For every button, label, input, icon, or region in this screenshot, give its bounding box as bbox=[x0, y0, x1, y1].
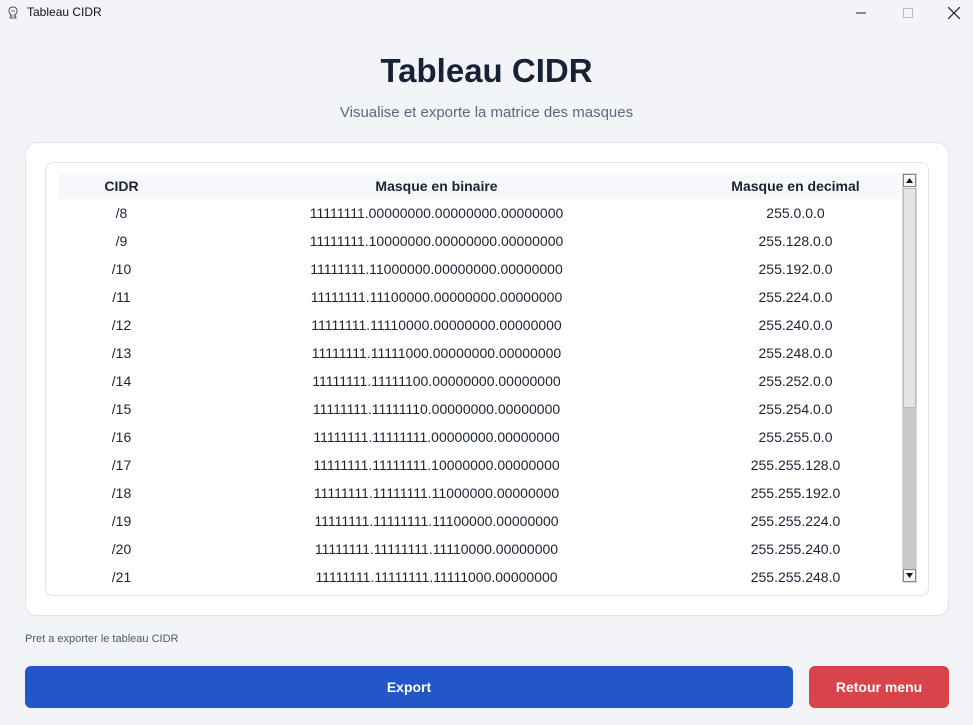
cell-binary: 11111111.11100000.00000000.00000000 bbox=[310, 289, 563, 305]
cell-cidr: /12 bbox=[111, 317, 132, 333]
cell-binary: 11111111.11111110.00000000.00000000 bbox=[312, 401, 561, 417]
cell-decimal: 255.254.0.0 bbox=[758, 401, 833, 417]
cidr-table: CIDR Masque en binaire Masque en decimal… bbox=[45, 162, 929, 596]
table-row[interactable]: /11 11111111.11100000.00000000.00000000 25… bbox=[59, 285, 902, 313]
minimize-icon bbox=[856, 12, 866, 14]
cell-cidr: /17 bbox=[111, 457, 132, 473]
table-row[interactable]: /20 11111111.11111111.11110000.00000000 25… bbox=[59, 537, 902, 565]
cell-binary: 11111111.11111111.11000000.00000000 bbox=[313, 485, 560, 501]
cell-decimal: 255.0.0.0 bbox=[766, 205, 825, 221]
table-row[interactable]: /10 11111111.11000000.00000000.00000000 25… bbox=[59, 257, 902, 285]
scroll-up-button[interactable] bbox=[903, 174, 916, 187]
cell-cidr: /11 bbox=[112, 289, 131, 305]
arrow-down-icon bbox=[906, 573, 913, 578]
cell-cidr: /14 bbox=[111, 373, 132, 389]
cell-binary: 11111111.11110000.00000000.00000000 bbox=[311, 317, 562, 333]
export-button[interactable]: Export bbox=[25, 666, 793, 708]
cell-cidr: /9 bbox=[115, 233, 128, 249]
scrollbar-track[interactable] bbox=[903, 408, 916, 570]
maximize-button[interactable] bbox=[885, 0, 931, 26]
table-body[interactable]: /8 11111111.00000000.00000000.00000000 255… bbox=[59, 201, 902, 583]
cell-binary: 11111111.11111111.11100000.00000000 bbox=[314, 513, 559, 529]
table-row[interactable]: /16 11111111.11111111.00000000.00000000 25… bbox=[59, 425, 902, 453]
cell-binary: 11111111.11111111.00000000.00000000 bbox=[313, 429, 560, 445]
cell-decimal: 255.248.0.0 bbox=[758, 345, 833, 361]
back-menu-button[interactable]: Retour menu bbox=[809, 666, 949, 708]
cell-binary: 11111111.11000000.00000000.00000000 bbox=[310, 261, 563, 277]
table-row[interactable]: /13 11111111.11111000.00000000.00000000 25… bbox=[59, 341, 902, 369]
cell-binary: 11111111.11111000.00000000.00000000 bbox=[311, 345, 562, 361]
table-row[interactable]: /18 11111111.11111111.11000000.00000000 25… bbox=[59, 481, 902, 509]
cell-decimal: 255.240.0.0 bbox=[758, 317, 833, 333]
table-row[interactable]: /14 11111111.11111100.00000000.00000000 25… bbox=[59, 369, 902, 397]
minimize-button[interactable] bbox=[838, 0, 884, 26]
table-row[interactable]: /8 11111111.00000000.00000000.00000000 255… bbox=[59, 201, 902, 229]
cell-binary: 11111111.00000000.00000000.00000000 bbox=[309, 205, 564, 221]
column-header-binary[interactable]: Masque en binaire bbox=[184, 178, 689, 194]
app-icon bbox=[8, 6, 18, 19]
cell-decimal: 255.255.224.0 bbox=[750, 513, 841, 529]
scroll-down-button[interactable] bbox=[903, 569, 916, 582]
scrollbar-thumb[interactable] bbox=[903, 188, 916, 408]
column-header-cidr[interactable]: CIDR bbox=[59, 178, 184, 194]
cell-cidr: /20 bbox=[111, 541, 132, 557]
cell-cidr: /13 bbox=[111, 345, 132, 361]
cell-binary: 11111111.11111111.11110000.00000000 bbox=[314, 541, 559, 557]
maximize-icon bbox=[903, 8, 913, 18]
cell-decimal: 255.255.128.0 bbox=[750, 457, 841, 473]
close-icon bbox=[948, 7, 960, 19]
cell-decimal: 255.255.240.0 bbox=[750, 541, 841, 557]
cell-decimal: 255.255.0.0 bbox=[758, 429, 833, 445]
cell-cidr: /16 bbox=[111, 429, 132, 445]
page-title: Tableau CIDR bbox=[380, 52, 593, 89]
cell-decimal: 255.128.0.0 bbox=[758, 233, 833, 249]
table-row[interactable]: /17 11111111.11111111.10000000.00000000 25… bbox=[59, 453, 902, 481]
window-titlebar: Tableau CIDR bbox=[0, 0, 973, 26]
cell-cidr: /8 bbox=[115, 205, 128, 221]
cell-binary: 11111111.11111111.10000000.00000000 bbox=[313, 457, 560, 473]
cell-binary: 11111111.10000000.00000000.00000000 bbox=[309, 233, 564, 249]
table-row[interactable]: /15 11111111.11111110.00000000.00000000 25… bbox=[59, 397, 902, 425]
table-row[interactable]: /19 11111111.11111111.11100000.00000000 25… bbox=[59, 509, 902, 537]
table-row[interactable]: /21 11111111.11111111.11111000.00000000 25… bbox=[59, 565, 902, 583]
cell-decimal: 255.252.0.0 bbox=[758, 373, 833, 389]
column-header-decimal[interactable]: Masque en decimal bbox=[689, 178, 902, 194]
window-title: Tableau CIDR bbox=[27, 5, 102, 19]
page-subtitle: Visualise et exporte la matrice des masq… bbox=[339, 104, 634, 121]
close-button[interactable] bbox=[931, 0, 973, 26]
cell-cidr: /21 bbox=[111, 569, 132, 583]
cell-decimal: 255.255.248.0 bbox=[750, 569, 841, 583]
table-row[interactable]: /9 11111111.10000000.00000000.00000000 255… bbox=[59, 229, 902, 257]
cell-decimal: 255.224.0.0 bbox=[758, 289, 833, 305]
table-scrollbar[interactable] bbox=[902, 173, 917, 583]
cell-cidr: /10 bbox=[111, 261, 132, 277]
status-text: Pret a exporter le tableau CIDR bbox=[25, 633, 179, 645]
table-row[interactable]: /12 11111111.11110000.00000000.00000000 25… bbox=[59, 313, 902, 341]
arrow-up-icon bbox=[906, 178, 913, 183]
cell-binary: 11111111.11111111.11111000.00000000 bbox=[315, 569, 558, 583]
table-header: CIDR Masque en binaire Masque en decimal bbox=[59, 173, 902, 199]
cell-binary: 11111111.11111100.00000000.00000000 bbox=[312, 373, 561, 389]
cell-decimal: 255.255.192.0 bbox=[750, 485, 841, 501]
cell-cidr: /19 bbox=[111, 513, 132, 529]
cell-decimal: 255.192.0.0 bbox=[758, 261, 833, 277]
cell-cidr: /15 bbox=[111, 401, 132, 417]
cell-cidr: /18 bbox=[111, 485, 132, 501]
